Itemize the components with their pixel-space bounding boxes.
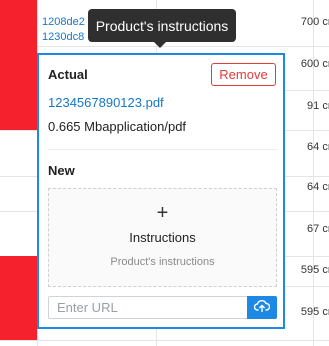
row-value: 595 cm (300, 264, 329, 276)
color-swatch (0, 46, 37, 90)
row-value: 595 cm (300, 306, 329, 318)
color-swatch (0, 0, 37, 46)
hash-link[interactable]: 1230dc8 (42, 31, 84, 43)
color-swatch (0, 256, 37, 286)
row-value: 67 cm (307, 223, 329, 235)
file-link[interactable]: 1234567890123.pdf (48, 95, 164, 110)
cloud-upload-icon (253, 299, 271, 317)
row-value: 600 cm (300, 58, 329, 70)
hash-link[interactable]: 1208de2 (42, 16, 85, 28)
dropzone-subtitle: Product's instructions (110, 256, 215, 268)
upload-dropzone[interactable]: + Instructions Product's instructions (48, 188, 277, 287)
section-divider (48, 149, 277, 150)
plus-icon: + (156, 202, 169, 224)
row-value: 64 cm (307, 141, 329, 153)
url-input[interactable] (48, 296, 247, 319)
color-swatch (0, 90, 37, 130)
tooltip-arrow (154, 42, 166, 48)
row-value: 91 cm (307, 100, 329, 112)
color-swatch (0, 286, 37, 340)
dropzone-title: Instructions (129, 230, 196, 245)
file-meta: 0.665 Mbapplication/pdf (48, 119, 187, 134)
new-section-title: New (48, 163, 75, 178)
remove-button[interactable]: Remove (211, 63, 276, 86)
tooltip: Product's instructions (88, 9, 236, 42)
row-value: 700 cm (300, 16, 329, 28)
instructions-popover: Actual Remove 1234567890123.pdf 0.665 Mb… (37, 53, 285, 329)
upload-button[interactable] (247, 296, 277, 319)
row-value: 64 cm (307, 181, 329, 193)
actual-section-title: Actual (48, 67, 88, 82)
